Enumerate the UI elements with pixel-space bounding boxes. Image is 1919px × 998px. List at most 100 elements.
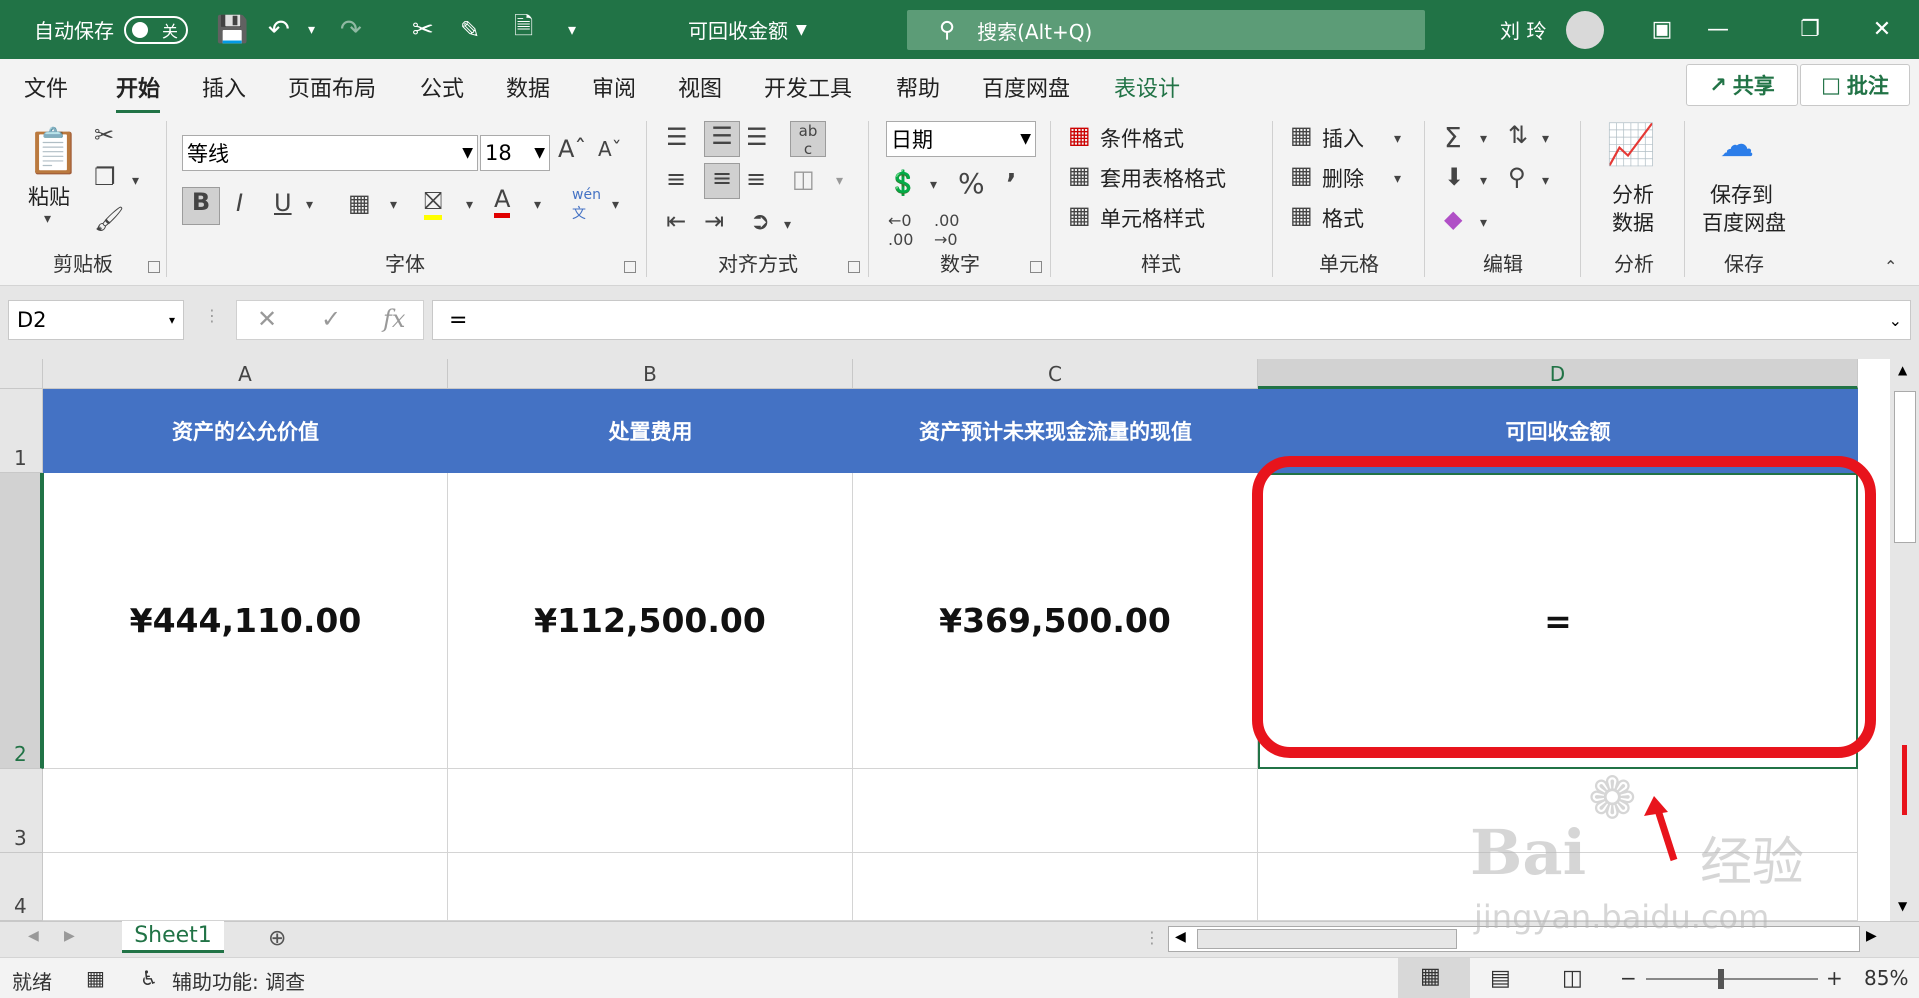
border-dropdown-icon[interactable]: ▾ xyxy=(390,197,397,213)
column-header-b[interactable]: B xyxy=(448,359,853,389)
format-painter-icon[interactable]: 🖌 xyxy=(94,205,124,233)
add-sheet-icon[interactable]: ⊕ xyxy=(268,926,286,951)
column-header-d[interactable]: D xyxy=(1258,359,1858,389)
sort-filter-icon[interactable]: ⇅ xyxy=(1508,121,1528,149)
fill-color-dropdown-icon[interactable]: ▾ xyxy=(466,197,473,213)
underline-icon[interactable]: U xyxy=(274,189,292,217)
cell-a4[interactable] xyxy=(43,853,448,921)
paste-dropdown-icon[interactable]: ▾ xyxy=(44,211,51,227)
tab-help[interactable]: 帮助 xyxy=(896,71,940,103)
paste-icon[interactable]: 📋 xyxy=(26,125,81,177)
phonetic-dropdown-icon[interactable]: ▾ xyxy=(612,197,619,213)
save-icon[interactable]: 💾 xyxy=(216,0,248,59)
tab-file[interactable]: 文件 xyxy=(24,71,68,103)
border-icon[interactable]: ▦ xyxy=(348,189,371,217)
comments-button[interactable]: □ 批注 xyxy=(1800,64,1910,106)
decrease-decimal-icon[interactable]: .00 →0 xyxy=(934,211,959,249)
new-file-icon[interactable]: 🗎 xyxy=(514,0,533,59)
prev-sheet-icon[interactable]: ◀ xyxy=(28,928,39,944)
find-select-icon[interactable]: ⚲ xyxy=(1508,163,1526,191)
fill-dropdown-icon[interactable]: ▾ xyxy=(1480,173,1487,189)
increase-font-icon[interactable]: Aˆ xyxy=(558,135,586,163)
wrap-text-icon[interactable]: ab c xyxy=(790,121,826,158)
paste-label[interactable]: 粘贴 xyxy=(28,181,70,211)
undo-dropdown-icon[interactable]: ▾ xyxy=(308,0,315,59)
autosave-toggle[interactable]: 关 xyxy=(124,15,188,44)
cancel-icon[interactable]: ✕ xyxy=(257,305,277,333)
cell-c2[interactable]: ¥369,500.00 xyxy=(853,473,1258,769)
percent-icon[interactable]: % xyxy=(958,167,985,200)
page-layout-view-icon[interactable]: ▤ xyxy=(1490,966,1511,991)
format-painter-icon[interactable]: ✎ xyxy=(460,0,480,59)
row-header-2[interactable]: 2 xyxy=(0,473,43,769)
cell-c1[interactable]: 资产预计未来现金流量的现值 xyxy=(853,389,1258,473)
font-name-select[interactable]: 等线 ▼ xyxy=(182,135,478,171)
formula-bar-grip-icon[interactable]: ⋮ xyxy=(204,306,220,325)
name-box-dropdown-icon[interactable]: ▾ xyxy=(169,313,175,327)
scroll-right-icon[interactable]: ▶ xyxy=(1866,928,1877,944)
clear-icon[interactable]: ◆ xyxy=(1444,205,1462,233)
orientation-dropdown-icon[interactable]: ▾ xyxy=(784,217,791,233)
copy-dropdown-icon[interactable]: ▾ xyxy=(132,173,139,189)
conditional-format-button[interactable]: 条件格式 xyxy=(1100,123,1184,153)
zoom-out-icon[interactable]: − xyxy=(1620,966,1637,990)
tab-baidu-netdisk[interactable]: 百度网盘 xyxy=(982,71,1070,103)
cell-a2[interactable]: ¥444,110.00 xyxy=(43,473,448,769)
number-format-select[interactable]: 日期 ▼ xyxy=(886,121,1036,157)
align-center-icon[interactable]: ≡ xyxy=(704,163,740,199)
tab-review[interactable]: 审阅 xyxy=(592,71,636,103)
autosum-icon[interactable]: Σ xyxy=(1444,121,1462,154)
align-bottom-icon[interactable]: ☰ xyxy=(746,123,768,151)
tab-splitter-icon[interactable]: ⋮ xyxy=(1144,928,1160,947)
increase-decimal-icon[interactable]: ←0.00 xyxy=(888,211,913,249)
autosave[interactable]: 自动保存 关 xyxy=(34,0,188,59)
cut-icon[interactable]: ✂ xyxy=(412,0,434,59)
baidu-netdisk-icon[interactable]: ☁ xyxy=(1720,125,1754,165)
restore-icon[interactable]: ❐ xyxy=(1782,0,1838,59)
zoom-slider-thumb[interactable] xyxy=(1718,969,1724,989)
accounting-dropdown-icon[interactable]: ▾ xyxy=(930,177,937,193)
phonetic-icon[interactable]: wén 文 xyxy=(572,187,601,223)
avatar[interactable] xyxy=(1566,11,1604,49)
alignment-launcher-icon[interactable] xyxy=(848,261,860,273)
accounting-format-icon[interactable]: 💲 xyxy=(888,169,918,197)
orientation-icon[interactable]: ➲ xyxy=(750,207,770,235)
insert-cells-button[interactable]: 插入 xyxy=(1322,123,1364,153)
cell-c3[interactable] xyxy=(853,769,1258,853)
sheet-tab-sheet1[interactable]: Sheet1 xyxy=(122,921,224,953)
scroll-down-icon[interactable]: ▼ xyxy=(1898,899,1907,913)
ribbon-display-icon[interactable]: ▣ xyxy=(1634,0,1690,59)
delete-cells-button[interactable]: 删除 xyxy=(1322,163,1364,193)
vertical-scrollbar[interactable]: ▲ ▼ xyxy=(1890,359,1919,921)
scroll-up-icon[interactable]: ▲ xyxy=(1898,363,1907,377)
cut-icon[interactable]: ✂ xyxy=(94,121,114,149)
zoom-slider[interactable] xyxy=(1646,969,1818,989)
tab-formulas[interactable]: 公式 xyxy=(420,71,464,103)
normal-view-button[interactable]: ▦ xyxy=(1398,958,1470,998)
row-header-4[interactable]: 4 xyxy=(0,853,43,921)
tab-data[interactable]: 数据 xyxy=(506,71,550,103)
cell-b4[interactable] xyxy=(448,853,853,921)
tab-page-layout[interactable]: 页面布局 xyxy=(288,71,376,103)
increase-indent-icon[interactable]: ⇥ xyxy=(704,207,724,235)
zoom-in-icon[interactable]: + xyxy=(1826,966,1843,990)
analyze-data-label2[interactable]: 数据 xyxy=(1612,207,1654,237)
zoom-level[interactable]: 85% xyxy=(1864,966,1908,990)
tab-developer[interactable]: 开发工具 xyxy=(764,71,852,103)
decrease-font-icon[interactable]: Aˇ xyxy=(598,137,622,161)
comma-style-icon[interactable]: ’ xyxy=(1006,167,1017,200)
row-header-3[interactable]: 3 xyxy=(0,769,43,853)
format-as-table-button[interactable]: 套用表格格式 xyxy=(1100,163,1226,193)
page-break-view-icon[interactable]: ◫ xyxy=(1562,966,1583,991)
decrease-indent-icon[interactable]: ⇤ xyxy=(666,207,686,235)
find-dropdown-icon[interactable]: ▾ xyxy=(1542,173,1549,189)
tab-table-design[interactable]: 表设计 xyxy=(1114,71,1180,103)
select-all-corner[interactable] xyxy=(0,359,43,389)
insert-dropdown-icon[interactable]: ▾ xyxy=(1394,131,1401,147)
number-launcher-icon[interactable] xyxy=(1030,261,1042,273)
font-color-dropdown-icon[interactable]: ▾ xyxy=(534,197,541,213)
bold-icon[interactable]: B xyxy=(182,187,220,225)
search-box[interactable]: ⚲ 搜索(Alt+Q) xyxy=(907,10,1425,50)
align-right-icon[interactable]: ≡ xyxy=(746,165,766,193)
share-button[interactable]: ↗ 共享 xyxy=(1686,64,1798,106)
